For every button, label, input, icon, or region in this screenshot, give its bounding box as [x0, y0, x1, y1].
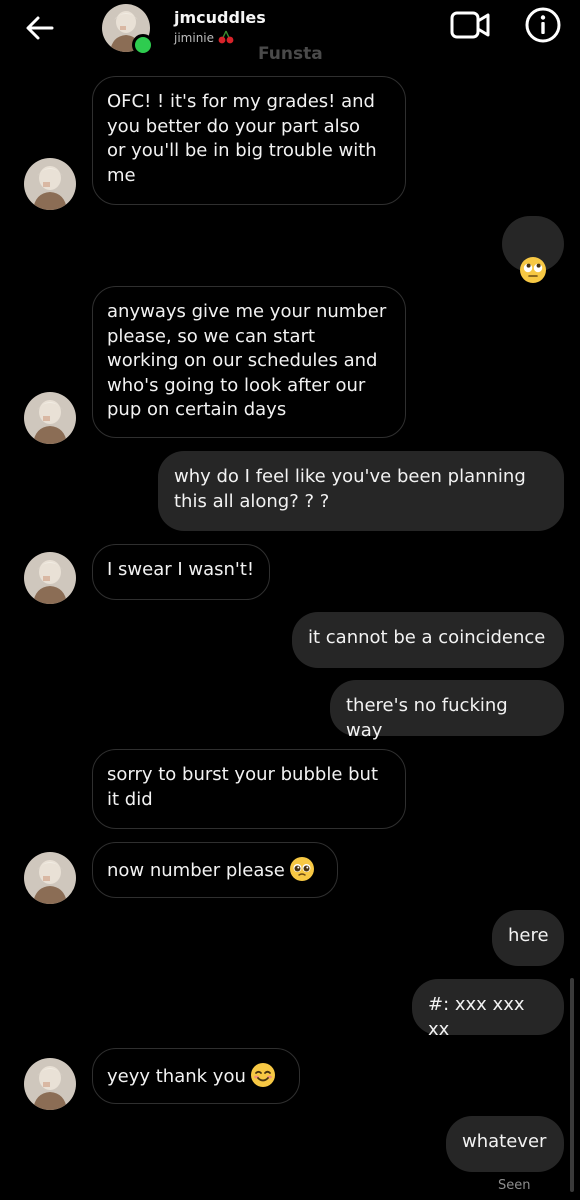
scrollbar[interactable]: [570, 978, 574, 1192]
video-camera-icon[interactable]: [450, 8, 492, 42]
message-bubble-received[interactable]: yeyy thank you: [92, 1048, 300, 1104]
online-status-dot: [132, 34, 154, 56]
back-arrow-icon[interactable]: [22, 10, 58, 46]
message-bubble-received[interactable]: OFC! ! it's for my grades! and you bette…: [92, 76, 406, 205]
sender-avatar[interactable]: [24, 158, 76, 210]
message-bubble-received[interactable]: anyways give me your number please, so w…: [92, 286, 406, 438]
message-bubble-received[interactable]: now number please: [92, 842, 338, 898]
contact-display-name: jiminie: [174, 30, 234, 47]
message-bubble-sent[interactable]: it cannot be a coincidence: [292, 612, 564, 668]
seen-status: Seen: [498, 1178, 531, 1193]
message-bubble-sent[interactable]: [502, 216, 564, 283]
info-icon[interactable]: [524, 6, 562, 44]
message-bubble-received[interactable]: sorry to burst your bubble but it did: [92, 749, 406, 829]
smiling-face-emoji-icon: [250, 1062, 276, 1088]
sender-avatar[interactable]: [24, 1058, 76, 1110]
message-text: now number please: [107, 860, 285, 881]
rolling-eyes-emoji-icon: [519, 231, 547, 291]
contact-username[interactable]: jmcuddles: [174, 8, 266, 27]
cherry-icon: [218, 30, 234, 47]
sender-avatar[interactable]: [24, 852, 76, 904]
account-label: Funsta: [258, 44, 323, 64]
message-text: yeyy thank you: [107, 1066, 246, 1087]
message-bubble-sent[interactable]: there's no fucking way: [330, 680, 564, 741]
sender-avatar[interactable]: [24, 552, 76, 604]
message-bubble-sent[interactable]: #: xxx xxx xx: [412, 979, 564, 1040]
pleading-face-emoji-icon: [289, 856, 315, 882]
message-bubble-sent[interactable]: whatever: [446, 1116, 564, 1172]
message-bubble-sent[interactable]: why do I feel like you've been planning …: [158, 451, 564, 531]
message-bubble-received[interactable]: I swear I wasn't!: [92, 544, 270, 600]
message-bubble-sent[interactable]: here: [492, 910, 564, 966]
chat-header: jmcuddles jiminie Funsta: [0, 0, 580, 70]
sender-avatar[interactable]: [24, 392, 76, 444]
